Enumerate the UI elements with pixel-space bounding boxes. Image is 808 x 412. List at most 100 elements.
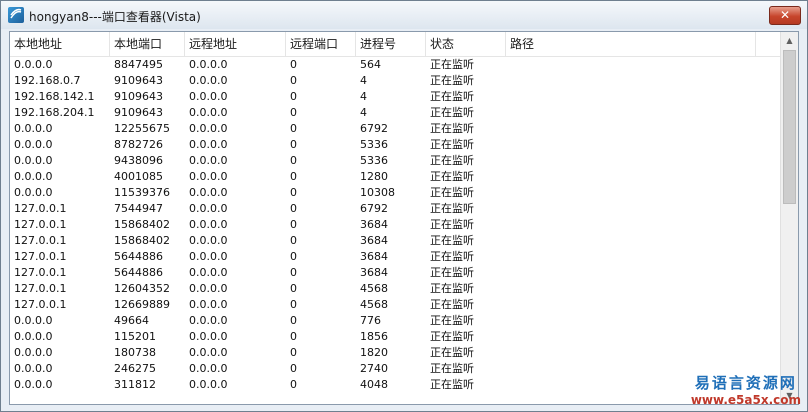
cell-pid: 4 <box>360 74 367 87</box>
cell-pid: 2740 <box>360 362 388 375</box>
cell-remote-port: 0 <box>290 186 297 199</box>
cell-pid: 3684 <box>360 234 388 247</box>
column-local-address[interactable]: 本地地址 <box>10 32 110 56</box>
cell-remote-port: 0 <box>290 74 297 87</box>
cell-local-port: 180738 <box>114 346 156 359</box>
cell-remote-address: 0.0.0.0 <box>189 298 228 311</box>
cell-status: 正在监听 <box>430 106 474 119</box>
cell-status: 正在监听 <box>430 346 474 359</box>
cell-remote-port: 0 <box>290 106 297 119</box>
table-row[interactable]: 0.0.0.0 11539376 0.0.0.0 0 10308 正在监听 <box>10 185 780 201</box>
cell-status: 正在监听 <box>430 250 474 263</box>
table-row[interactable]: 192.168.142.1 9109643 0.0.0.0 0 4 正在监听 <box>10 89 780 105</box>
cell-pid: 6792 <box>360 122 388 135</box>
vertical-scrollbar[interactable]: ▲ ▼ <box>780 32 798 404</box>
column-remote-address[interactable]: 远程地址 <box>185 32 286 56</box>
window-title: hongyan8---端口查看器(Vista) <box>29 10 201 24</box>
cell-remote-port: 0 <box>290 314 297 327</box>
cell-local-address: 127.0.0.1 <box>14 234 67 247</box>
cell-pid: 1856 <box>360 330 388 343</box>
table-row[interactable]: 127.0.0.1 7544947 0.0.0.0 0 6792 正在监听 <box>10 201 780 217</box>
cell-path <box>506 137 756 153</box>
cell-remote-port: 0 <box>290 266 297 279</box>
cell-status: 正在监听 <box>430 314 474 327</box>
cell-status: 正在监听 <box>430 378 474 391</box>
table-row[interactable]: 127.0.0.1 15868402 0.0.0.0 0 3684 正在监听 <box>10 217 780 233</box>
cell-local-port: 11539376 <box>114 186 170 199</box>
column-pid[interactable]: 进程号 <box>356 32 426 56</box>
table-row[interactable]: 0.0.0.0 180738 0.0.0.0 0 1820 正在监听 <box>10 345 780 361</box>
cell-local-port: 246275 <box>114 362 156 375</box>
cell-remote-address: 0.0.0.0 <box>189 154 228 167</box>
table-row[interactable]: 0.0.0.0 246275 0.0.0.0 0 2740 正在监听 <box>10 361 780 377</box>
cell-remote-address: 0.0.0.0 <box>189 90 228 103</box>
cell-pid: 564 <box>360 58 381 71</box>
cell-path <box>506 121 756 137</box>
scroll-thumb[interactable] <box>783 50 796 204</box>
column-path[interactable]: 路径 <box>506 32 756 56</box>
table-body: 0.0.0.0 8847495 0.0.0.0 0 564 正在监听 192.168.0.7… <box>10 57 780 393</box>
cell-remote-address: 0.0.0.0 <box>189 234 228 247</box>
table-row[interactable]: 0.0.0.0 311812 0.0.0.0 0 4048 正在监听 <box>10 377 780 393</box>
cell-path <box>506 89 756 105</box>
table-row[interactable]: 0.0.0.0 12255675 0.0.0.0 0 6792 正在监听 <box>10 121 780 137</box>
cell-local-port: 15868402 <box>114 218 170 231</box>
close-button[interactable]: ✕ <box>769 6 801 25</box>
cell-remote-address: 0.0.0.0 <box>189 266 228 279</box>
cell-local-address: 127.0.0.1 <box>14 282 67 295</box>
column-local-port[interactable]: 本地端口 <box>110 32 185 56</box>
cell-remote-port: 0 <box>290 138 297 151</box>
watermark-logo: 易语言资源网 www.e5a5x.com <box>691 372 801 407</box>
table-row[interactable]: 0.0.0.0 8782726 0.0.0.0 0 5336 正在监听 <box>10 137 780 153</box>
cell-local-port: 12669889 <box>114 298 170 311</box>
cell-path <box>506 345 756 361</box>
cell-local-address: 127.0.0.1 <box>14 202 67 215</box>
table-row[interactable]: 0.0.0.0 4001085 0.0.0.0 0 1280 正在监听 <box>10 169 780 185</box>
watermark-url: www.e5a5x.com <box>690 393 801 407</box>
cell-remote-port: 0 <box>290 298 297 311</box>
cell-path <box>506 105 756 121</box>
table-row[interactable]: 192.168.0.7 9109643 0.0.0.0 0 4 正在监听 <box>10 73 780 89</box>
cell-remote-port: 0 <box>290 378 297 391</box>
port-list-view[interactable]: 本地地址 本地端口 远程地址 远程端口 进程号 状态 路径 0.0.0.0 884… <box>9 31 799 405</box>
cell-local-address: 127.0.0.1 <box>14 266 67 279</box>
cell-path <box>506 281 756 297</box>
table-row[interactable]: 0.0.0.0 8847495 0.0.0.0 0 564 正在监听 <box>10 57 780 73</box>
table-row[interactable]: 0.0.0.0 9438096 0.0.0.0 0 5336 正在监听 <box>10 153 780 169</box>
cell-status: 正在监听 <box>430 154 474 167</box>
cell-status: 正在监听 <box>430 218 474 231</box>
cell-local-port: 9109643 <box>114 90 163 103</box>
cell-pid: 4568 <box>360 282 388 295</box>
table-row[interactable]: 127.0.0.1 12604352 0.0.0.0 0 4568 正在监听 <box>10 281 780 297</box>
cell-remote-address: 0.0.0.0 <box>189 74 228 87</box>
cell-pid: 3684 <box>360 218 388 231</box>
cell-local-address: 0.0.0.0 <box>14 138 53 151</box>
app-window: hongyan8---端口查看器(Vista) ✕ 本地地址 本地端口 远程地址… <box>0 0 808 412</box>
cell-remote-address: 0.0.0.0 <box>189 378 228 391</box>
table-row[interactable]: 192.168.204.1 9109643 0.0.0.0 0 4 正在监听 <box>10 105 780 121</box>
cell-pid: 3684 <box>360 266 388 279</box>
cell-local-address: 127.0.0.1 <box>14 218 67 231</box>
table-row[interactable]: 127.0.0.1 5644886 0.0.0.0 0 3684 正在监听 <box>10 265 780 281</box>
cell-path <box>506 313 756 329</box>
cell-local-address: 0.0.0.0 <box>14 330 53 343</box>
cell-path <box>506 169 756 185</box>
table-row[interactable]: 127.0.0.1 12669889 0.0.0.0 0 4568 正在监听 <box>10 297 780 313</box>
cell-remote-port: 0 <box>290 122 297 135</box>
table-row[interactable]: 0.0.0.0 115201 0.0.0.0 0 1856 正在监听 <box>10 329 780 345</box>
cell-remote-port: 0 <box>290 282 297 295</box>
table-row[interactable]: 0.0.0.0 49664 0.0.0.0 0 776 正在监听 <box>10 313 780 329</box>
cell-local-address: 192.168.142.1 <box>14 90 95 103</box>
column-status[interactable]: 状态 <box>426 32 506 56</box>
cell-local-port: 9438096 <box>114 154 163 167</box>
scroll-up-icon[interactable]: ▲ <box>781 32 798 49</box>
title-bar[interactable]: hongyan8---端口查看器(Vista) ✕ <box>1 1 807 29</box>
cell-local-port: 49664 <box>114 314 149 327</box>
table-row[interactable]: 127.0.0.1 15868402 0.0.0.0 0 3684 正在监听 <box>10 233 780 249</box>
table-row[interactable]: 127.0.0.1 5644886 0.0.0.0 0 3684 正在监听 <box>10 249 780 265</box>
cell-pid: 10308 <box>360 186 395 199</box>
cell-remote-address: 0.0.0.0 <box>189 106 228 119</box>
cell-remote-address: 0.0.0.0 <box>189 362 228 375</box>
cell-local-address: 0.0.0.0 <box>14 378 53 391</box>
column-remote-port[interactable]: 远程端口 <box>286 32 356 56</box>
